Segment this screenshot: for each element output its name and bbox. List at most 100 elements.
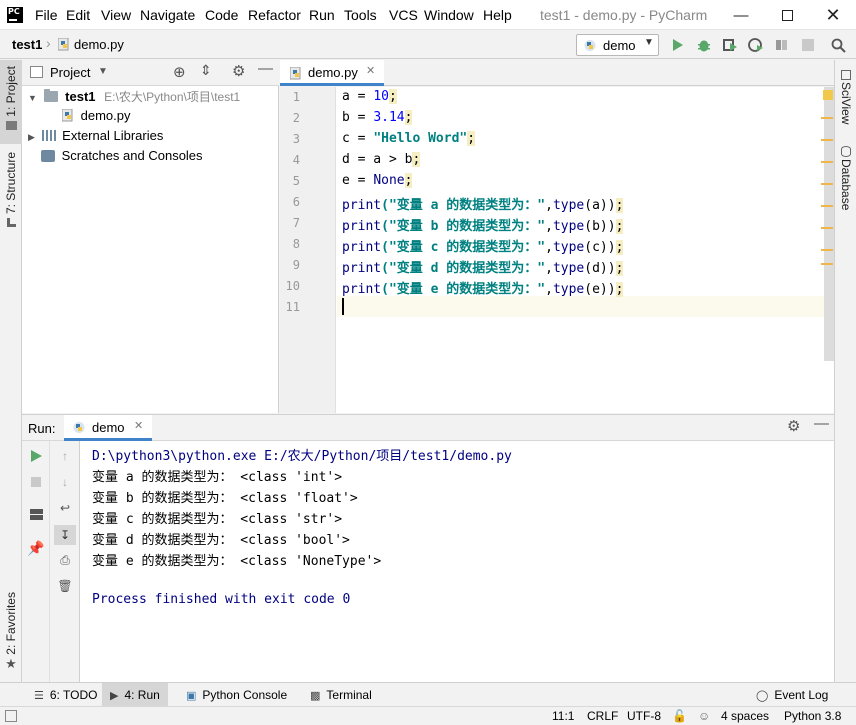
stop-icon bbox=[31, 477, 41, 487]
print-button[interactable]: ⎙ bbox=[56, 551, 74, 569]
rerun-button[interactable] bbox=[27, 447, 45, 465]
menu-window[interactable]: Window bbox=[424, 7, 474, 23]
inspector-icon[interactable]: ☺ bbox=[698, 709, 710, 723]
tab-structure[interactable]: 7: Structure bbox=[0, 152, 22, 234]
editor-tab-demo-py[interactable]: demo.py ✕ bbox=[280, 60, 384, 86]
warning-stripe-mark[interactable] bbox=[821, 227, 833, 229]
scroll-to-end-button[interactable]: ↧ bbox=[54, 525, 76, 545]
close-tab-icon[interactable]: ✕ bbox=[366, 64, 375, 77]
profile-button[interactable] bbox=[746, 35, 766, 55]
run-tab-label: demo bbox=[92, 420, 125, 435]
scroll-down-button[interactable]: ↓ bbox=[56, 473, 74, 491]
library-icon bbox=[41, 130, 56, 141]
tab-structure-label: 7: Structure bbox=[4, 152, 18, 215]
breadcrumb-file[interactable]: demo.py bbox=[74, 37, 124, 52]
gear-icon[interactable]: ⚙ bbox=[232, 62, 245, 80]
chevron-down-icon[interactable]: ▼ bbox=[98, 66, 108, 77]
expand-arrow-icon: ▼ bbox=[28, 93, 37, 103]
run-toolbar-secondary: ↑ ↓ ↩ ↧ ⎙ 🗑 bbox=[50, 441, 80, 682]
indentation-setting[interactable]: 4 spaces bbox=[721, 709, 769, 723]
maximize-button[interactable] bbox=[764, 0, 810, 30]
code-token: (a)) bbox=[584, 198, 616, 213]
menu-view[interactable]: View bbox=[101, 7, 131, 23]
tree-item-demo-py[interactable]: demo.py bbox=[61, 108, 131, 128]
hide-panel-icon[interactable]: — bbox=[258, 60, 273, 77]
bug-icon bbox=[698, 40, 710, 52]
close-tab-icon[interactable]: ✕ bbox=[134, 419, 143, 432]
stop-button[interactable] bbox=[798, 35, 818, 55]
caret-position[interactable]: 11:1 bbox=[552, 709, 574, 723]
minimize-button[interactable]: — bbox=[718, 0, 764, 30]
menu-edit[interactable]: Edit bbox=[66, 7, 90, 23]
breadcrumb-project[interactable]: test1 bbox=[12, 37, 42, 52]
menu-code[interactable]: Code bbox=[205, 7, 238, 23]
star-icon: ★ bbox=[5, 655, 17, 671]
collapse-all-icon[interactable]: ⇕ bbox=[200, 62, 212, 79]
locate-file-icon[interactable]: ⊕ bbox=[173, 63, 186, 81]
warning-stripe-mark[interactable] bbox=[821, 205, 833, 207]
tab-todo[interactable]: ☰ 6: TODO bbox=[26, 683, 105, 707]
layout-button[interactable] bbox=[27, 505, 45, 523]
gear-icon[interactable]: ⚙ bbox=[787, 417, 800, 435]
read-only-lock-icon[interactable]: 🔓 bbox=[672, 709, 687, 723]
menu-file[interactable]: File bbox=[35, 7, 58, 23]
stop-button[interactable] bbox=[27, 473, 45, 491]
python-interpreter[interactable]: Python 3.8 bbox=[784, 709, 841, 723]
code-line: print("变量 b 的数据类型为：",type(b)); bbox=[342, 215, 624, 234]
tool-windows-toggle-icon[interactable] bbox=[5, 710, 17, 722]
warning-stripe-mark[interactable] bbox=[821, 139, 833, 141]
tab-terminal[interactable]: ▩ Terminal bbox=[302, 683, 380, 707]
soft-wrap-button[interactable]: ↩ bbox=[56, 499, 74, 517]
file-encoding[interactable]: UTF-8 bbox=[627, 709, 661, 723]
menu-refactor[interactable]: Refactor bbox=[248, 7, 301, 23]
warning-stripe-mark[interactable] bbox=[821, 263, 833, 265]
keyword-literal: None bbox=[373, 173, 405, 188]
line-separator[interactable]: CRLF bbox=[587, 709, 618, 723]
menu-tools[interactable]: Tools bbox=[344, 7, 377, 23]
tree-item-scratches[interactable]: Scratches and Consoles bbox=[41, 148, 203, 168]
tab-database[interactable]: Database bbox=[835, 146, 856, 226]
run-console-output[interactable]: D:\python3\python.exe E:/农大/Python/项目/te… bbox=[80, 441, 834, 682]
warning-stripe-mark[interactable] bbox=[821, 183, 833, 185]
chevron-down-icon: ▼ bbox=[644, 37, 654, 48]
clear-all-button[interactable]: 🗑 bbox=[56, 577, 74, 595]
run-configuration-select[interactable]: demo ▼ bbox=[576, 34, 659, 56]
warning-stripe-mark[interactable] bbox=[821, 249, 833, 251]
run-toolbar-primary: 📌 bbox=[22, 441, 50, 682]
menu-run[interactable]: Run bbox=[309, 7, 335, 23]
menu-help[interactable]: Help bbox=[483, 7, 512, 23]
tree-item-test1[interactable]: ▼ test1 E:\农大\Python\项目\test1 bbox=[28, 88, 240, 108]
code-line: d = a > b; bbox=[342, 152, 421, 167]
concurrency-button[interactable] bbox=[772, 35, 792, 55]
run-tab-demo[interactable]: demo ✕ bbox=[64, 415, 152, 441]
tab-project[interactable]: 1: Project bbox=[0, 60, 22, 144]
debug-button[interactable] bbox=[694, 35, 714, 55]
editor-scrollbar[interactable] bbox=[824, 87, 834, 361]
tab-event-log[interactable]: ◯ Event Log bbox=[748, 683, 836, 707]
code-editor[interactable]: 1 2 3 4 5 6 7 8 9 10 11 a = 10; b = 3.14… bbox=[280, 87, 834, 413]
run-button[interactable] bbox=[668, 35, 688, 55]
warning-stripe-mark[interactable] bbox=[821, 117, 833, 119]
console-output-line: 变量 b 的数据类型为： <class 'float'> bbox=[92, 491, 358, 506]
tab-sciview[interactable]: SciView bbox=[835, 70, 856, 140]
inspection-warning-icon[interactable] bbox=[823, 90, 833, 100]
folder-icon bbox=[43, 89, 58, 102]
run-with-coverage-button[interactable] bbox=[720, 35, 740, 55]
tab-python-console[interactable]: ▣ Python Console bbox=[178, 683, 295, 707]
menu-vcs[interactable]: VCS bbox=[389, 7, 418, 23]
warning-stripe-mark[interactable] bbox=[821, 161, 833, 163]
status-bar: 11:1 CRLF UTF-8 🔓 ☺ 4 spaces Python 3.8 bbox=[0, 706, 856, 725]
scroll-up-button[interactable]: ↑ bbox=[56, 447, 74, 465]
search-everywhere-button[interactable] bbox=[828, 35, 848, 55]
semicolon-warning: ; bbox=[412, 152, 421, 167]
tab-run[interactable]: ▶ 4: Run bbox=[102, 683, 168, 707]
editor-tab-label: demo.py bbox=[308, 65, 358, 80]
pin-tab-button[interactable]: 📌 bbox=[27, 539, 45, 557]
project-view-selector[interactable]: Project bbox=[50, 65, 90, 80]
close-window-button[interactable]: ✕ bbox=[810, 0, 856, 30]
tree-item-external-libraries[interactable]: ▶ External Libraries bbox=[28, 128, 163, 148]
menu-navigate[interactable]: Navigate bbox=[140, 7, 195, 23]
hide-panel-icon[interactable]: — bbox=[814, 415, 829, 432]
tab-favorites[interactable]: 2: Favorites ★ bbox=[0, 592, 22, 680]
left-tool-strip: 1: Project 7: Structure 2: Favorites ★ bbox=[0, 60, 22, 682]
